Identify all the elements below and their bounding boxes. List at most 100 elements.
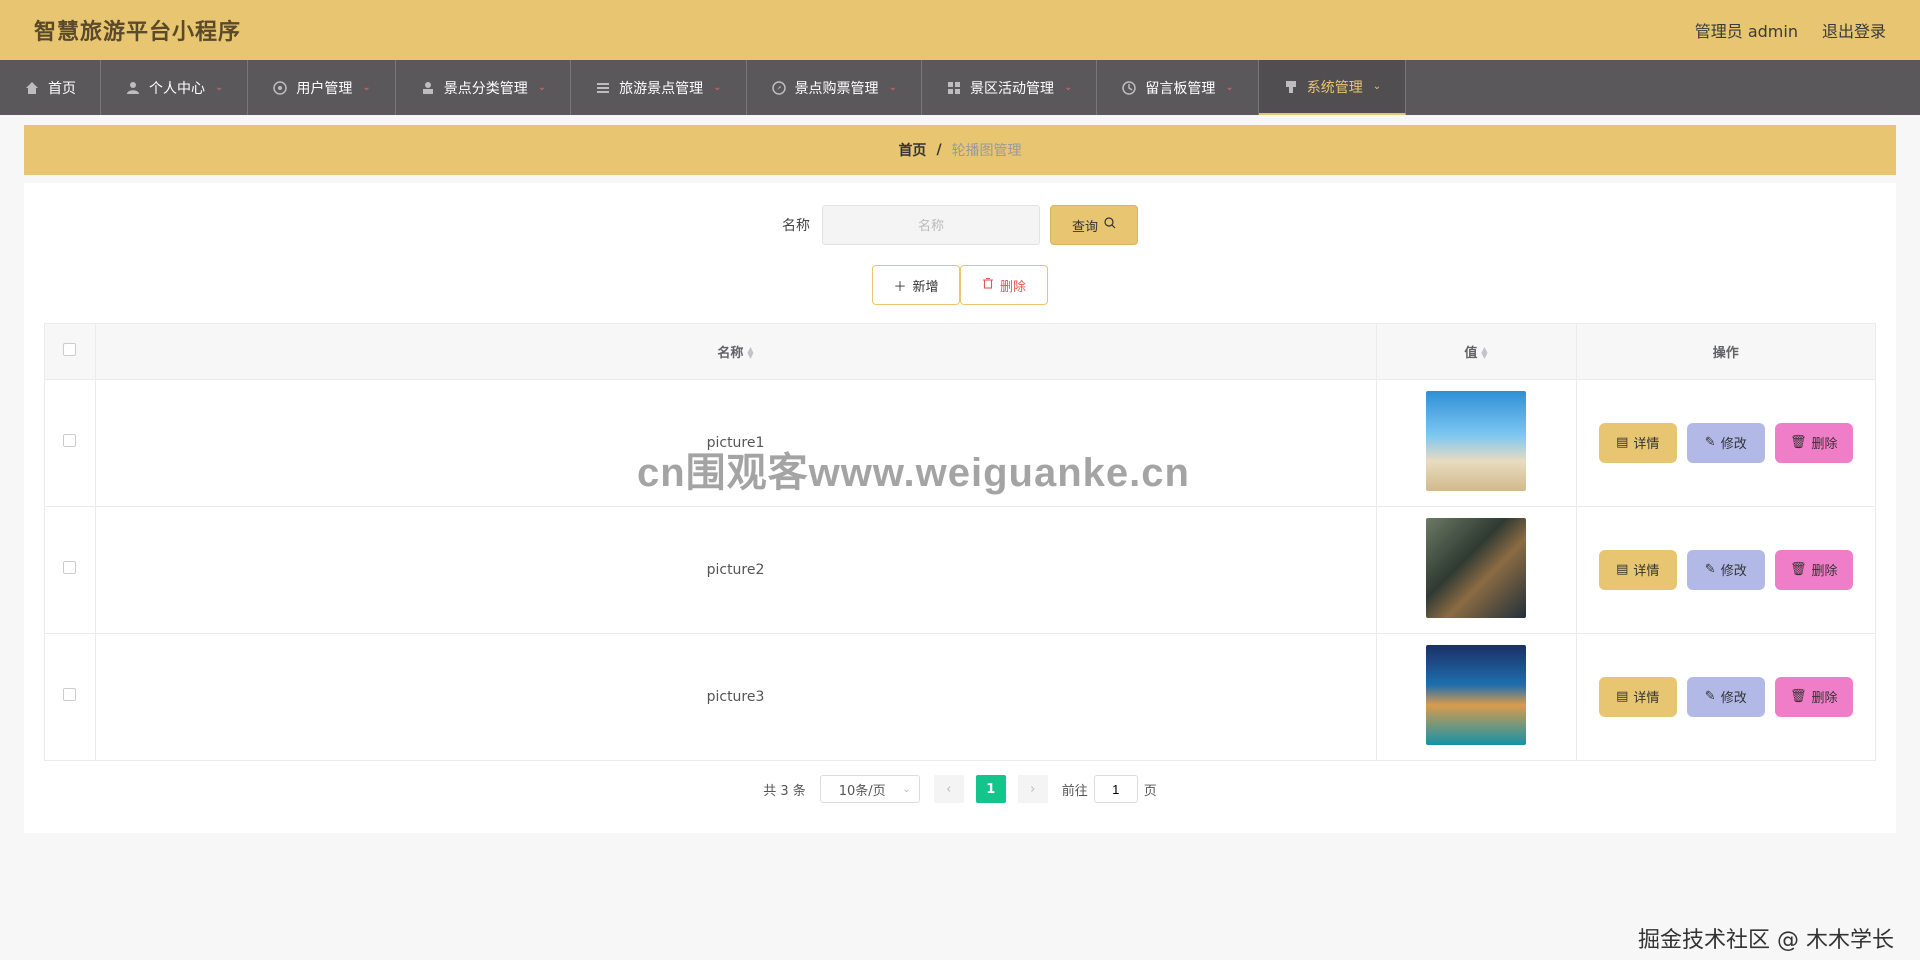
row-thumbnail (1426, 644, 1526, 745)
plus-icon: ＋ (893, 279, 907, 295)
row-checkbox[interactable] (63, 434, 77, 447)
sort-icon[interactable]: ▲ ▼ (747, 346, 753, 360)
grid-icon (946, 80, 962, 96)
nav-item-profile[interactable]: 个人中心 ⌄ (101, 60, 249, 115)
document-icon: ▤ (1616, 562, 1629, 577)
document-icon: ▤ (1616, 435, 1629, 450)
row-name: picture1 (95, 379, 1377, 507)
chevron-down-icon: ⌄ (1372, 81, 1382, 92)
nav-item-label: 首页 (48, 80, 76, 97)
chevron-down-icon: ⌄ (713, 82, 722, 93)
add-button-label: 新增 (912, 279, 939, 295)
nav-item-category[interactable]: 景点分类管理 ⌄ (396, 60, 572, 115)
row-thumbnail (1426, 517, 1526, 618)
main-nav: 首页 个人中心 ⌄ 用户管理 ⌄ 景点分类管理 ⌄ 旅游景点管理 ⌄ 景点购票管… (0, 60, 1920, 115)
edit-button[interactable]: ✎ 修改 (1686, 422, 1765, 463)
nav-item-label: 景点购票管理 (794, 80, 879, 97)
edit-button[interactable]: ✎ 修改 (1686, 676, 1765, 717)
query-button-label: 查询 (1071, 219, 1098, 235)
breadcrumb-separator: / (936, 142, 942, 158)
chevron-down-icon: ⌄ (888, 82, 897, 93)
search-bar: 名称 查询 (44, 205, 1876, 245)
nav-item-label: 留言板管理 (1145, 80, 1216, 97)
user-area: 管理员 admin 退出登录 (1695, 18, 1886, 42)
nav-item-system[interactable]: 系统管理 ⌄ (1258, 60, 1407, 115)
cup-icon (1283, 79, 1299, 95)
sort-icon[interactable]: ▲ ▼ (1481, 346, 1487, 360)
row-thumbnail (1426, 390, 1526, 491)
trash-icon: 🗑 (1789, 435, 1807, 450)
pencil-icon: ✎ (1704, 689, 1716, 705)
trash-icon (982, 277, 994, 293)
table-row: picture1 ▤ 详情 ✎ 修改 🗑 删除 (45, 379, 1875, 507)
batch-delete-button[interactable]: 删除 (960, 265, 1048, 305)
detail-button[interactable]: ▤ 详情 (1598, 676, 1677, 717)
pencil-icon: ✎ (1704, 435, 1716, 450)
delete-button[interactable]: 🗑 删除 (1774, 549, 1853, 590)
nav-item-users[interactable]: 用户管理 ⌄ (248, 60, 396, 115)
next-page-button[interactable]: › (1017, 775, 1048, 803)
chevron-down-icon: ⌄ (1063, 82, 1073, 93)
action-bar: ＋ 新增 删除 (44, 265, 1876, 305)
users-icon (272, 80, 288, 96)
query-button[interactable]: 查询 (1050, 205, 1138, 245)
delete-button[interactable]: 🗑 删除 (1774, 676, 1853, 717)
detail-button[interactable]: ▤ 详情 (1598, 549, 1677, 590)
chevron-down-icon: ⌄ (902, 783, 911, 795)
nav-item-label: 系统管理 (1306, 79, 1363, 96)
page-number-button[interactable]: 1 (975, 775, 1006, 803)
prev-page-button[interactable]: ‹ (933, 775, 964, 803)
column-header-value[interactable]: 值 ▲ ▼ (1376, 324, 1577, 380)
nav-item-label: 用户管理 (296, 80, 353, 97)
add-button[interactable]: ＋ 新增 (872, 265, 960, 305)
row-name: picture2 (95, 506, 1377, 634)
data-table: 名称▲▼ 值▲▼ 操作 picture1 ▤详情 ✎修改 🗑删除 (44, 323, 1876, 761)
chevron-down-icon: ⌄ (215, 82, 224, 93)
chevron-left-icon: ‹ (946, 781, 952, 797)
nav-item-label: 景区活动管理 (969, 80, 1054, 97)
edit-button[interactable]: ✎ 修改 (1686, 549, 1765, 590)
logout-button[interactable]: 退出登录 (1822, 18, 1886, 42)
breadcrumb-home[interactable]: 首页 (898, 140, 926, 160)
nav-item-home[interactable]: 首页 (0, 60, 101, 115)
goto-page-input[interactable] (1093, 775, 1138, 803)
nav-item-label: 旅游景点管理 (619, 80, 704, 97)
page-size-select[interactable]: 10条/页 ⌄ (819, 775, 920, 803)
table-header-row: 名称 ▲ ▼ 值 ▲ ▼ 操作 (45, 324, 1875, 380)
column-header-name[interactable]: 名称 ▲ ▼ (95, 324, 1377, 380)
trash-icon: 🗑 (1789, 562, 1807, 577)
nav-item-tickets[interactable]: 景点购票管理 ⌄ (747, 60, 922, 115)
search-label: 名称 (782, 218, 810, 234)
row-checkbox[interactable] (63, 688, 77, 702)
user-icon (125, 80, 141, 96)
nav-item-scenic[interactable]: 旅游景点管理 ⌄ (571, 60, 747, 115)
goto-page: 前往 页 (1062, 775, 1157, 803)
breadcrumb: 首页 / 轮播图管理 (24, 125, 1896, 175)
top-header: 智慧旅游平台小程序 管理员 admin 退出登录 (0, 0, 1920, 60)
delete-button[interactable]: 🗑 删除 (1774, 422, 1853, 463)
row-checkbox[interactable] (63, 561, 77, 574)
column-header-actions: 操作 (1576, 324, 1875, 380)
row-name: picture3 (95, 633, 1377, 760)
chevron-down-icon: ⌄ (362, 82, 371, 93)
chevron-right-icon: › (1030, 781, 1036, 797)
search-input[interactable] (822, 205, 1040, 245)
table-row: picture2 ▤ 详情 ✎ 修改 🗑 删除 (45, 506, 1875, 634)
nav-item-messages[interactable]: 留言板管理 ⌄ (1097, 60, 1259, 115)
chevron-down-icon: ⌄ (537, 82, 547, 93)
total-count: 共 3 条 (763, 783, 806, 799)
clock-icon (1121, 80, 1137, 96)
credit-text: 掘金技术社区 @ 木木学长 (1638, 928, 1894, 953)
home-icon (24, 80, 40, 96)
nav-item-activities[interactable]: 景区活动管理 ⌄ (922, 60, 1098, 115)
compass-icon (771, 80, 787, 96)
list-icon (595, 80, 611, 96)
person-icon (420, 80, 436, 96)
table-row: picture3 ▤ 详情 ✎ 修改 🗑 删除 (45, 633, 1875, 760)
breadcrumb-current: 轮播图管理 (951, 143, 1022, 159)
app-title: 智慧旅游平台小程序 (34, 20, 242, 45)
trash-icon: 🗑 (1789, 689, 1807, 705)
select-all-checkbox[interactable] (63, 342, 77, 356)
detail-button[interactable]: ▤ 详情 (1598, 422, 1677, 463)
search-icon (1104, 217, 1116, 233)
